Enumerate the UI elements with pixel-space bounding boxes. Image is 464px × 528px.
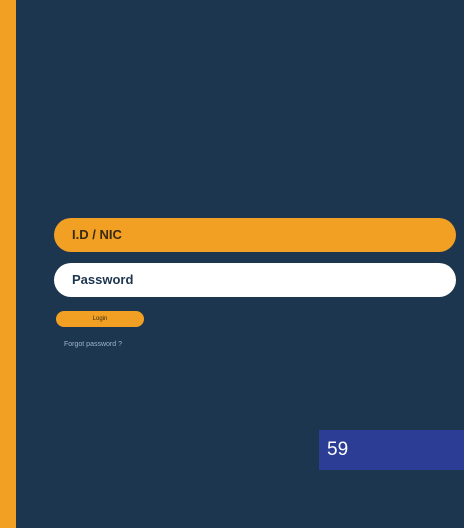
login-button[interactable]: Login (56, 311, 144, 327)
id-nic-placeholder: I.D / NIC (72, 227, 122, 242)
login-button-label: Login (92, 316, 108, 322)
left-accent-stripe (0, 0, 16, 528)
page-number: 59 (327, 439, 349, 460)
forgot-password-link[interactable]: Forgot password ? (64, 341, 122, 348)
password-placeholder: Password (72, 272, 134, 287)
page-number-box: 59 (319, 430, 464, 470)
password-field[interactable]: Password (54, 263, 456, 297)
id-nic-field[interactable]: I.D / NIC (54, 218, 456, 252)
